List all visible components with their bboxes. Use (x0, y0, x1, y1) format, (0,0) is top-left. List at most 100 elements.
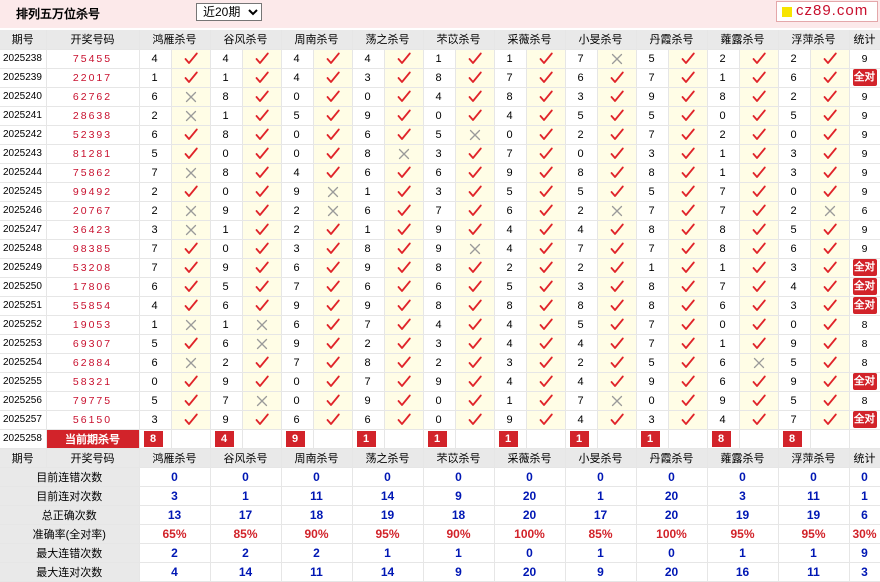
kill-number-cell: 9 (210, 258, 243, 278)
current-kill-label: 当前期杀号 (46, 429, 140, 449)
kill-number-cell: 7 (423, 201, 456, 221)
summary-value: 11 (778, 486, 850, 506)
check-icon (242, 68, 282, 88)
kill-number-cell: 1 (139, 315, 172, 335)
check-icon (384, 106, 424, 126)
cross-icon (242, 315, 282, 335)
header-method[interactable]: 小旻杀号 (565, 448, 637, 468)
summary-value: 19 (352, 505, 424, 525)
kill-number-cell: 1 (139, 68, 172, 88)
check-icon (810, 49, 850, 69)
header-method[interactable]: 荡之杀号 (352, 30, 424, 50)
summary-value: 0 (494, 543, 566, 563)
current-empty-cell (384, 429, 424, 449)
current-kill-badge: 8 (782, 430, 802, 447)
current-empty-cell (242, 429, 282, 449)
header-method[interactable]: 蕹露杀号 (707, 448, 779, 468)
check-icon (171, 410, 211, 430)
kill-number-cell: 9 (352, 258, 385, 278)
check-icon (171, 239, 211, 259)
check-icon (242, 144, 282, 164)
summary-value: 9 (565, 562, 637, 582)
header-method[interactable]: 芣苡杀号 (423, 448, 495, 468)
header-stat: 统计 (849, 30, 880, 50)
header-method[interactable]: 浮萍杀号 (778, 30, 850, 50)
kill-number-cell: 9 (707, 391, 740, 411)
header-method[interactable]: 丹霞杀号 (636, 448, 708, 468)
kill-number-cell: 0 (281, 125, 314, 145)
check-icon (739, 49, 779, 69)
kill-number-cell: 2 (210, 353, 243, 373)
check-icon (313, 334, 353, 354)
summary-row: 准确率(全对率) 65% 85% 90% 95% 90% 100% 85% 100% 95% 95%… (0, 524, 880, 544)
summary-value: 0 (494, 467, 566, 487)
all-correct-label: 全对 (852, 411, 877, 428)
check-icon (526, 49, 566, 69)
header-method[interactable]: 丹霞杀号 (636, 30, 708, 50)
summary-value: 4 (139, 562, 211, 582)
current-kill-badge: 1 (356, 430, 376, 447)
check-icon (384, 315, 424, 335)
kill-number-cell: 5 (139, 391, 172, 411)
kill-number-cell: 7 (636, 315, 669, 335)
period-select[interactable]: 近20期 (196, 3, 262, 21)
kill-number-cell: 2 (707, 125, 740, 145)
kill-number-cell: 4 (494, 334, 527, 354)
check-icon (668, 315, 708, 335)
summary-value: 9 (423, 486, 495, 506)
kill-number-cell: 0 (352, 87, 385, 107)
check-icon (242, 125, 282, 145)
header-method[interactable]: 芣苡杀号 (423, 30, 495, 50)
table-row: 2025255 58321 0 9 0 7 9 4 4 9 6 9 全对 (0, 372, 880, 392)
stat-cell: 9 (849, 163, 880, 183)
header-stat: 统计 (849, 448, 880, 468)
current-kill-cell: 1 (636, 429, 669, 449)
kill-number-cell: 5 (139, 144, 172, 164)
check-icon (242, 296, 282, 316)
site-logo[interactable]: cz89.com (776, 1, 878, 22)
header-method[interactable]: 鸿雁杀号 (139, 30, 211, 50)
cross-icon (455, 125, 495, 145)
header-method[interactable]: 采薇杀号 (494, 30, 566, 50)
check-icon (313, 277, 353, 297)
kill-number-cell: 5 (636, 353, 669, 373)
issue-cell: 2025249 (0, 258, 47, 278)
summary-value: 19 (778, 505, 850, 525)
kill-number-cell: 0 (210, 182, 243, 202)
check-icon (242, 277, 282, 297)
kill-number-cell: 9 (210, 410, 243, 430)
kill-number-cell: 8 (423, 296, 456, 316)
kill-number-cell: 9 (494, 163, 527, 183)
check-icon (384, 277, 424, 297)
all-correct-label: 全对 (852, 259, 877, 276)
check-icon (810, 87, 850, 107)
header-method[interactable]: 谷风杀号 (210, 448, 282, 468)
table-row: 2025239 22017 1 1 4 3 8 7 6 7 1 6 全对 (0, 68, 880, 88)
summary-value: 20 (636, 562, 708, 582)
kill-number-cell: 6 (139, 353, 172, 373)
kill-number-cell: 5 (281, 106, 314, 126)
issue-cell: 2025256 (0, 391, 47, 411)
issue-cell: 2025238 (0, 49, 47, 69)
summary-value: 20 (494, 486, 566, 506)
header-method[interactable]: 浮萍杀号 (778, 448, 850, 468)
kill-number-cell: 6 (210, 296, 243, 316)
check-icon (739, 334, 779, 354)
kill-number-cell: 1 (210, 106, 243, 126)
header-method[interactable]: 鸿雁杀号 (139, 448, 211, 468)
summary-value: 11 (778, 562, 850, 582)
header-method[interactable]: 谷风杀号 (210, 30, 282, 50)
kill-number-cell: 0 (210, 144, 243, 164)
header-method[interactable]: 周南杀号 (281, 448, 353, 468)
header-method[interactable]: 荡之杀号 (352, 448, 424, 468)
check-icon (455, 277, 495, 297)
check-icon (526, 68, 566, 88)
check-icon (739, 87, 779, 107)
header-method[interactable]: 小旻杀号 (565, 30, 637, 50)
header-method[interactable]: 周南杀号 (281, 30, 353, 50)
check-icon (668, 182, 708, 202)
kill-number-cell: 4 (494, 106, 527, 126)
stat-cell: 9 (849, 220, 880, 240)
header-method[interactable]: 蕹露杀号 (707, 30, 779, 50)
header-method[interactable]: 采薇杀号 (494, 448, 566, 468)
